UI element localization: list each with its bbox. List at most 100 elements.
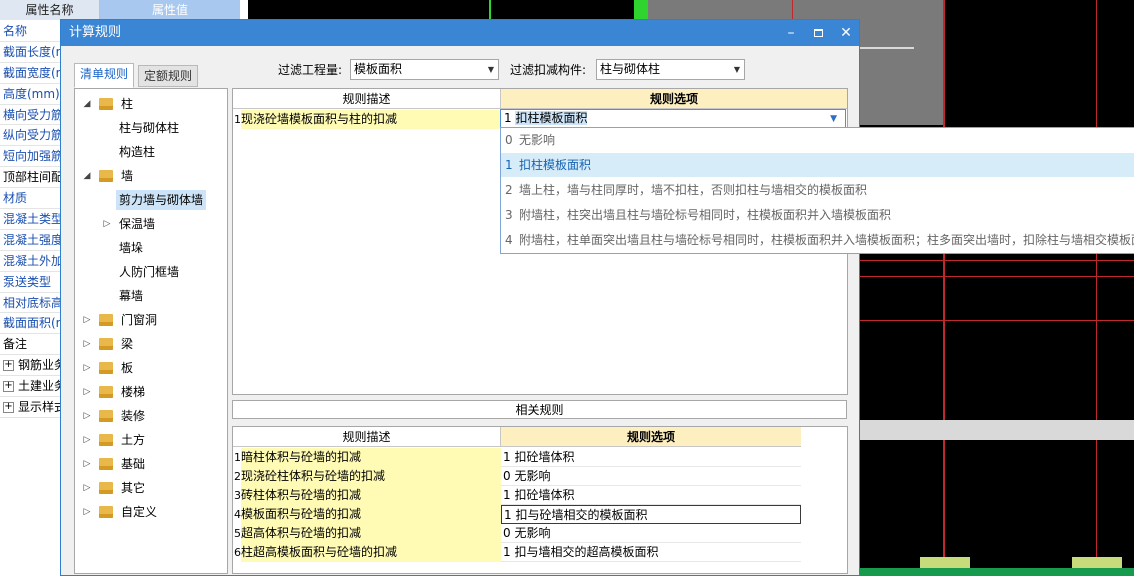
tree-leaf-node[interactable]: ▷ 保温墙 — [75, 214, 227, 234]
property-row[interactable]: 高度(mm) — [0, 84, 60, 105]
property-row[interactable]: 截面面积(r — [0, 313, 60, 335]
property-row[interactable]: + 显示样式 — [0, 397, 60, 418]
chevron-down-icon[interactable]: ▼ — [830, 111, 837, 128]
related-option-cell[interactable]: 0 无影响 — [501, 524, 801, 543]
related-header-option: 规则选项 — [501, 427, 801, 447]
cad-gridline — [860, 260, 1134, 261]
maximize-button[interactable] — [804, 20, 832, 46]
dropdown-option-text: 扣柱模板面积 — [519, 158, 592, 172]
tree-node-label: 剪力墙与砌体墙 — [116, 190, 207, 210]
property-row[interactable]: 截面长度(n — [0, 42, 60, 63]
property-row[interactable]: 横向受力筋 — [0, 105, 60, 126]
related-option-cell[interactable]: 1 扣与墙相交的超高模板面积 — [501, 543, 801, 562]
expand-arrow-icon[interactable]: ▷ — [82, 310, 92, 330]
tree-leaf-node[interactable]: 构造柱 — [75, 142, 227, 162]
dropdown-option[interactable]: 2 墙上柱，墙与柱同厚时，墙不扣柱，否则扣柱与墙相交的模板面积 — [501, 178, 1134, 202]
property-row[interactable]: 混凝土类型 — [0, 209, 60, 230]
property-row-label: 短向加强筋 — [3, 149, 60, 164]
filter-deduct-label: 过滤扣减构件: — [510, 63, 587, 77]
close-button[interactable]: ✕ — [832, 20, 860, 46]
expand-icon[interactable]: + — [3, 360, 14, 372]
related-option-cell[interactable]: 0 无影响 — [501, 467, 801, 486]
chevron-down-icon: ▼ — [733, 65, 740, 74]
property-row-label: 截面宽度(n — [3, 65, 60, 80]
property-row[interactable]: + 钢筋业务 — [0, 355, 60, 377]
property-row[interactable]: 名称 — [0, 21, 60, 42]
expand-arrow-icon[interactable]: ▷ — [82, 406, 92, 426]
dialog-titlebar[interactable]: 计算规则 – ✕ — [61, 20, 859, 46]
component-tree[interactable]: ◢ 柱柱与砌体柱 构造柱 ◢ 墙剪力墙与砌体墙 ▷ 保温墙 墙垛 人防门框墙 幕墙 ▷ 门窗洞 ▷ 梁 ▷ 板… — [74, 88, 228, 574]
dropdown-option[interactable]: 3 附墙柱，柱突出墙且柱与墙砼标号相同时，柱模板面积并入墙模板面积 — [501, 203, 1134, 227]
collapse-arrow-icon[interactable]: ◢ — [82, 94, 92, 114]
rule-desc-cell[interactable]: 现浇砼墙模板面积与柱的扣减 — [241, 110, 501, 129]
tree-folder-node[interactable]: ▷ 板 — [75, 358, 227, 378]
tree-folder-node[interactable]: ▷ 装修 — [75, 406, 227, 426]
tree-folder-node[interactable]: ▷ 其它 — [75, 478, 227, 498]
related-desc-cell[interactable]: 现浇砼柱体积与砼墙的扣减 — [241, 467, 501, 486]
tree-node-label: 土方 — [121, 433, 146, 447]
tree-folder-node[interactable]: ◢ 墙 — [75, 166, 227, 186]
dropdown-option[interactable]: 0 无影响 — [501, 128, 1134, 152]
property-row[interactable]: 混凝土强度 — [0, 230, 60, 251]
related-header-desc: 规则描述 — [233, 427, 501, 447]
property-row[interactable]: 混凝土外加 — [0, 251, 60, 272]
collapse-arrow-icon[interactable]: ◢ — [82, 166, 92, 186]
expand-arrow-icon[interactable]: ▷ — [82, 430, 92, 450]
related-desc-cell[interactable]: 暗柱体积与砼墙的扣减 — [241, 448, 501, 467]
related-desc-cell[interactable]: 超高体积与砼墙的扣减 — [241, 524, 501, 543]
dropdown-option[interactable]: 1 扣柱模板面积 — [501, 153, 1134, 177]
property-row[interactable]: + 土建业务 — [0, 376, 60, 398]
tree-leaf-node[interactable]: 人防门框墙 — [75, 262, 227, 282]
dropdown-option[interactable]: 4 附墙柱，柱单面突出墙且柱与墙砼标号相同时，柱模板面积并入墙模板面积；柱多面突出… — [501, 228, 1134, 252]
property-row[interactable]: 材质 — [0, 188, 60, 210]
tab-quota-rules[interactable]: 定额规则 — [138, 65, 199, 87]
tree-leaf-node[interactable]: 柱与砌体柱 — [75, 118, 227, 138]
tree-folder-node[interactable]: ▷ 梁 — [75, 334, 227, 354]
property-row-label: 混凝土强度 — [3, 232, 60, 247]
related-rules-grid[interactable]: 规则描述 规则选项 1 暗柱体积与砼墙的扣减 1 扣砼墙体积 2 现浇砼柱体积与砼墙的扣… — [232, 426, 848, 574]
cad-green-band — [860, 568, 1134, 576]
related-desc-cell[interactable]: 砖柱体积与砼墙的扣减 — [241, 486, 501, 505]
filter-deduct-select[interactable]: 柱与砌体柱 ▼ — [596, 59, 745, 80]
related-desc-cell[interactable]: 柱超高模板面积与砼墙的扣减 — [241, 543, 501, 562]
tree-folder-node[interactable]: ▷ 自定义 — [75, 502, 227, 522]
minimize-button[interactable]: – — [777, 20, 805, 46]
property-header: 属性名称 属性值 — [0, 0, 240, 20]
expand-arrow-icon[interactable]: ▷ — [82, 358, 92, 378]
tree-folder-node[interactable]: ▷ 门窗洞 — [75, 310, 227, 330]
tree-folder-node[interactable]: ▷ 土方 — [75, 430, 227, 450]
property-row[interactable]: 纵向受力筋 — [0, 125, 60, 147]
tree-leaf-node[interactable]: 剪力墙与砌体墙 — [75, 190, 227, 210]
expand-arrow-icon[interactable]: ▷ — [82, 334, 92, 354]
property-header-value: 属性值 — [100, 0, 240, 20]
rule-option-combobox[interactable]: 1 扣柱模板面积 ▼ — [500, 109, 846, 128]
calc-rules-dialog: 计算规则 – ✕ 清单规则 定额规则 过滤工程量: 模板面积 ▼ 过滤扣减构件:… — [60, 19, 860, 576]
expand-icon[interactable]: + — [3, 402, 14, 414]
related-option-cell[interactable]: 1 扣砼墙体积 — [501, 486, 801, 505]
property-row[interactable]: 短向加强筋 — [0, 146, 60, 168]
related-desc-cell[interactable]: 模板面积与砼墙的扣减 — [241, 505, 501, 524]
tree-folder-node[interactable]: ▷ 楼梯 — [75, 382, 227, 402]
property-row[interactable]: 顶部柱间配 — [0, 167, 60, 189]
related-option-cell[interactable]: 1 扣与砼墙相交的模板面积 — [501, 505, 801, 524]
related-option-cell[interactable]: 1 扣砼墙体积 — [501, 448, 801, 467]
property-row[interactable]: 备注 — [0, 334, 60, 356]
property-row[interactable]: 截面宽度(n — [0, 63, 60, 84]
tree-folder-node[interactable]: ▷ 基础 — [75, 454, 227, 474]
folder-icon — [99, 314, 113, 326]
expand-arrow-icon[interactable]: ▷ — [82, 502, 92, 522]
tree-folder-node[interactable]: ◢ 柱 — [75, 94, 227, 114]
tree-leaf-node[interactable]: 墙垛 — [75, 238, 227, 258]
expand-arrow-icon[interactable]: ▷ — [82, 454, 92, 474]
tree-leaf-node[interactable]: 幕墙 — [75, 286, 227, 306]
rule-option-dropdown[interactable]: 0 无影响 1 扣柱模板面积 2 墙上柱，墙与柱同厚时，墙不扣柱，否则扣柱与墙相交的模板面… — [500, 127, 1134, 254]
expand-arrow-icon[interactable]: ▷ — [82, 382, 92, 402]
property-row[interactable]: 相对底标高 — [0, 293, 60, 314]
tab-list-rules[interactable]: 清单规则 — [74, 63, 135, 88]
expand-arrow-icon[interactable]: ▷ — [102, 214, 112, 234]
expand-icon[interactable]: + — [3, 381, 14, 393]
property-row[interactable]: 泵送类型 — [0, 272, 60, 293]
expand-arrow-icon[interactable]: ▷ — [82, 478, 92, 498]
tree-node-label: 板 — [121, 361, 134, 375]
filter-qty-select[interactable]: 模板面积 ▼ — [350, 59, 499, 80]
